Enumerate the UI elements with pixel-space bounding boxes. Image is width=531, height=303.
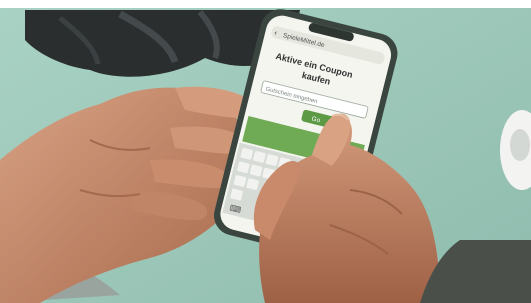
photo-illustration: ‹ SpieleMittel.de Aktive ein Coupon kauf… bbox=[0, 0, 531, 303]
photo-scene: ‹ SpieleMittel.de Aktive ein Coupon kauf… bbox=[0, 0, 531, 303]
top-border bbox=[0, 0, 531, 8]
